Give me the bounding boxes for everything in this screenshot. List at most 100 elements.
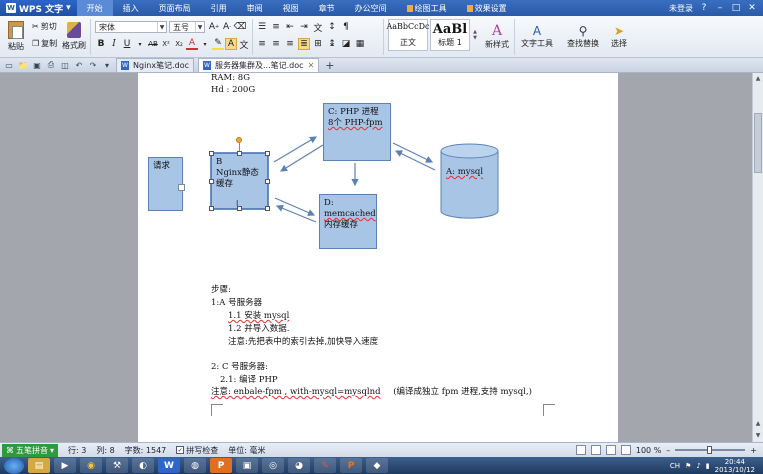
chevron-down-icon[interactable]: ▾: [134, 38, 146, 50]
web-view-icon[interactable]: [590, 445, 601, 455]
tab-office-space[interactable]: 办公空间: [345, 0, 397, 16]
minimize-icon[interactable]: –: [715, 3, 725, 13]
language-indicator[interactable]: CH: [670, 462, 680, 470]
word-count[interactable]: 字数: 1547: [125, 445, 167, 456]
tab-view[interactable]: 视图: [273, 0, 309, 16]
virtualbox-icon[interactable]: ▣: [236, 458, 258, 473]
text-tools-button[interactable]: A 文字工具: [518, 20, 556, 52]
style-gallery-scroll[interactable]: ▲ ▼: [471, 19, 479, 51]
app-icon[interactable]: ◍: [184, 458, 206, 473]
border-char-icon[interactable]: 文: [238, 38, 250, 51]
tab-insert[interactable]: 插入: [113, 0, 149, 16]
print-icon[interactable]: ⎙: [46, 60, 56, 70]
copy-button[interactable]: ❐ 复制: [32, 37, 57, 49]
shrink-font-icon[interactable]: A-: [221, 21, 233, 33]
resize-handle-n[interactable]: [237, 151, 242, 156]
app-icon[interactable]: ◐: [132, 458, 154, 473]
char-shading-icon[interactable]: A: [225, 38, 237, 50]
resize-handle-nw[interactable]: [209, 151, 214, 156]
network-icon[interactable]: ▮: [706, 462, 710, 470]
resize-handle-se[interactable]: [265, 206, 270, 211]
preview-icon[interactable]: ◫: [60, 60, 70, 70]
prev-page-icon[interactable]: ▲: [754, 419, 762, 427]
vertical-scrollbar[interactable]: ▲ ▲ ▼: [752, 73, 763, 442]
resize-handle-ne[interactable]: [265, 151, 270, 156]
save-icon[interactable]: ▣: [32, 60, 42, 70]
style-normal[interactable]: AaBbCcDc 正文: [386, 19, 430, 51]
show-marks-icon[interactable]: ¶: [340, 21, 352, 33]
rotate-handle[interactable]: [236, 137, 242, 143]
mysql-cylinder[interactable]: [440, 143, 500, 221]
undo-icon[interactable]: ↶: [74, 60, 84, 70]
doc-tab-nginx[interactable]: W Nginx笔记.doc: [116, 58, 195, 72]
tab-drawing-tools[interactable]: 绘图工具: [397, 0, 457, 16]
bullet-list-icon[interactable]: ☰: [256, 21, 268, 33]
style-heading-1[interactable]: AaBl 标题 1: [430, 19, 470, 51]
resize-handle-sw[interactable]: [209, 206, 214, 211]
chevron-down-icon[interactable]: ▾: [199, 38, 211, 50]
line-spacing-icon[interactable]: ↨: [326, 38, 338, 50]
page-view-icon[interactable]: [575, 445, 586, 455]
italic-icon[interactable]: I: [108, 38, 120, 50]
wps-writer-icon[interactable]: W: [158, 458, 180, 473]
resize-handle-e[interactable]: [265, 179, 270, 184]
zoom-slider-knob[interactable]: [707, 446, 713, 454]
align-center-icon[interactable]: ≡: [270, 38, 282, 50]
numbered-list-icon[interactable]: ≡: [270, 21, 282, 33]
tab-review[interactable]: 审阅: [237, 0, 273, 16]
sort-icon[interactable]: ↕: [326, 21, 338, 33]
superscript-icon[interactable]: X²: [160, 38, 172, 50]
shading-icon[interactable]: ◪: [340, 38, 352, 50]
justify-icon[interactable]: ≣: [298, 38, 310, 50]
editor-icon[interactable]: ✎: [314, 458, 336, 473]
tab-effect-settings[interactable]: 效果设置: [457, 0, 517, 16]
align-left-icon[interactable]: ≡: [256, 38, 268, 50]
close-icon[interactable]: ✕: [747, 3, 757, 13]
cut-button[interactable]: ✂ 剪切: [32, 20, 57, 32]
tool-icon[interactable]: ⚒: [106, 458, 128, 473]
new-tab-button[interactable]: +: [325, 59, 334, 72]
outline-view-icon[interactable]: [605, 445, 616, 455]
login-link[interactable]: 未登录: [669, 3, 693, 14]
memcached-box[interactable]: D: memcached 内存缓存: [319, 194, 377, 249]
subscript-icon[interactable]: X₂: [173, 38, 185, 50]
decrease-indent-icon[interactable]: ⇤: [284, 21, 296, 33]
media-player-icon[interactable]: ▶: [54, 458, 76, 473]
wps-presentation-icon[interactable]: P: [210, 458, 232, 473]
tray-icon[interactable]: ⚑: [685, 462, 691, 470]
resize-handle-w[interactable]: [209, 179, 214, 184]
distributed-icon[interactable]: ⊞: [312, 38, 324, 50]
doc-tab-server-cluster[interactable]: W 服务器集群及...笔记.doc ✕: [198, 58, 320, 72]
document-page[interactable]: RAM: 8G Hd : 200G 请求 B Nginx静态 缓存 I C: P…: [138, 73, 618, 442]
chevron-down-icon[interactable]: ▾: [102, 60, 112, 70]
highlight-icon[interactable]: ✎: [212, 38, 224, 50]
app-icon[interactable]: P: [340, 458, 362, 473]
tab-home[interactable]: 开始: [76, 0, 113, 16]
app-icon[interactable]: ◆: [366, 458, 388, 473]
chrome-icon[interactable]: ◉: [80, 458, 102, 473]
paste-button[interactable]: 粘贴: [4, 20, 28, 52]
explorer-icon[interactable]: ▤: [28, 458, 50, 473]
clear-format-icon[interactable]: ⌫: [234, 21, 247, 33]
align-right-icon[interactable]: ≡: [284, 38, 296, 50]
php-process-box[interactable]: C: PHP 进程 8个 PHP-fpm: [323, 103, 391, 161]
ime-indicator[interactable]: ⌘ 五笔拼音 ▾: [2, 443, 59, 457]
next-page-icon[interactable]: ▼: [754, 431, 762, 439]
clock[interactable]: 20:44 2013/10/12: [715, 458, 755, 474]
folder-icon[interactable]: ▭: [4, 60, 14, 70]
zoom-out-icon[interactable]: –: [666, 446, 670, 455]
bold-icon[interactable]: B: [95, 38, 107, 50]
tab-page-layout[interactable]: 页面布局: [149, 0, 201, 16]
spell-check-toggle[interactable]: ✓ 拼写检查: [176, 445, 218, 456]
zoom-in-icon[interactable]: +: [750, 446, 757, 455]
volume-icon[interactable]: ♪: [696, 462, 700, 470]
format-painter-button[interactable]: 格式刷: [62, 20, 86, 52]
new-style-button[interactable]: A 新样式: [482, 20, 512, 52]
underline-icon[interactable]: U: [121, 38, 133, 50]
tab-chapter[interactable]: 章节: [309, 0, 345, 16]
help-icon[interactable]: ?: [699, 3, 709, 13]
select-button[interactable]: ➤ 选择: [606, 20, 632, 52]
open-icon[interactable]: 📁: [18, 60, 28, 70]
app-icon[interactable]: ◎: [262, 458, 284, 473]
grow-font-icon[interactable]: A +: [208, 21, 220, 33]
